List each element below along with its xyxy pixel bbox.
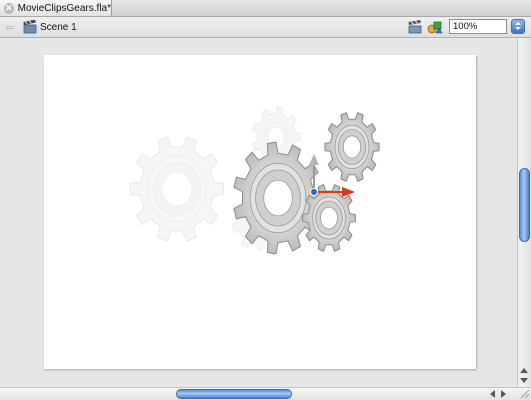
edit-symbols-icon[interactable] xyxy=(407,19,423,35)
vertical-scrollbar[interactable] xyxy=(517,38,531,387)
edit-bar: ⇦ Scene 1 100% xyxy=(0,17,531,38)
clapperboard-icon xyxy=(23,20,37,34)
vertical-scroll-thumb[interactable] xyxy=(519,168,530,242)
close-icon[interactable]: ✕ xyxy=(4,2,14,14)
horizontal-scroll-thumb[interactable] xyxy=(176,389,292,399)
resize-grip-icon[interactable] xyxy=(518,388,530,399)
back-arrow-icon[interactable]: ⇦ xyxy=(5,21,14,34)
zoom-input[interactable]: 100% xyxy=(449,19,507,34)
scroll-left-arrow-icon[interactable] xyxy=(490,390,495,398)
zoom-dropdown-button[interactable] xyxy=(511,19,525,34)
stage-canvas[interactable] xyxy=(44,55,476,369)
scene-label[interactable]: Scene 1 xyxy=(40,22,77,33)
scroll-down-arrow-icon[interactable] xyxy=(520,378,528,383)
document-tab-bar: ✕ MovieClipsGears.fla* xyxy=(0,0,531,17)
scroll-up-arrow-icon[interactable] xyxy=(520,368,528,373)
horizontal-scrollbar[interactable] xyxy=(0,387,531,400)
edit-scene-icon[interactable] xyxy=(427,19,443,35)
gear-top-right[interactable] xyxy=(324,112,380,182)
gears-artwork xyxy=(130,106,380,255)
document-tab[interactable]: ✕ MovieClipsGears.fla* xyxy=(0,0,112,16)
document-tab-label: MovieClipsGears.fla* xyxy=(17,2,111,14)
scroll-right-arrow-icon[interactable] xyxy=(501,390,506,398)
gear-faint-large[interactable] xyxy=(130,136,224,242)
